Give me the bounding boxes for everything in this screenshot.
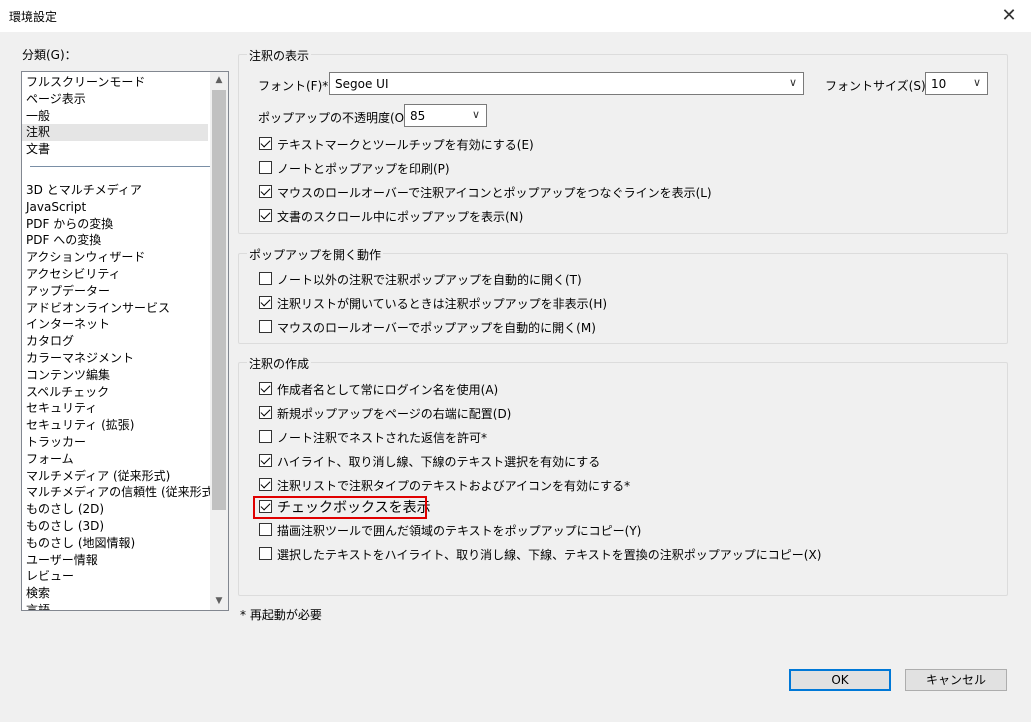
category-item[interactable]: 一般 xyxy=(22,108,208,125)
create-checkbox-label-2[interactable]: ノート注釈でネストされた返信を許可* xyxy=(277,429,487,446)
popup-checkbox-label-2[interactable]: マウスのロールオーバーでポップアップを自動的に開く(M) xyxy=(277,319,596,336)
highlight-box xyxy=(253,496,427,519)
display-checkbox-label-0[interactable]: テキストマークとツールチップを有効にする(E) xyxy=(277,136,534,153)
display-group-legend: 注釈の表示 xyxy=(247,47,312,64)
scroll-thumb[interactable] xyxy=(212,90,226,510)
create-checkbox-label-1[interactable]: 新規ポップアップをページの右端に配置(D) xyxy=(277,405,511,422)
popup-checkbox-label-0[interactable]: ノート以外の注釈で注釈ポップアップを自動的に開く(T) xyxy=(277,271,582,288)
scroll-up-icon[interactable]: ▲ xyxy=(210,72,228,89)
create-checkbox-2[interactable] xyxy=(259,430,272,443)
create-checkbox-7[interactable] xyxy=(259,547,272,560)
category-item[interactable]: JavaScript xyxy=(22,199,208,216)
category-item[interactable]: マルチメディアの信頼性 (従来形式) xyxy=(22,484,218,501)
opacity-label: ポップアップの不透明度(O)： xyxy=(258,111,421,125)
category-item[interactable]: スペルチェック xyxy=(22,384,208,401)
category-item[interactable]: セキュリティ xyxy=(22,400,208,417)
category-item[interactable]: フルスクリーンモード xyxy=(22,74,208,91)
category-item[interactable]: マルチメディア (従来形式) xyxy=(22,468,208,485)
ok-button[interactable]: OK xyxy=(789,669,891,691)
create-checkbox-4[interactable] xyxy=(259,478,272,491)
popup-checkbox-2[interactable] xyxy=(259,320,272,333)
opacity-select[interactable]: 85 ∨ xyxy=(404,104,487,127)
popup-checkbox-1[interactable] xyxy=(259,296,272,309)
font-select-value: Segoe UI xyxy=(335,77,389,91)
category-item[interactable]: カタログ xyxy=(22,333,208,350)
create-checkbox-label-3[interactable]: ハイライト、取り消し線、下線のテキスト選択を有効にする xyxy=(277,453,600,470)
scroll-down-icon[interactable]: ▼ xyxy=(210,593,228,610)
create-checkbox-0[interactable] xyxy=(259,382,272,395)
chevron-down-icon: ∨ xyxy=(788,76,797,89)
font-label: フォント(F)*： xyxy=(258,79,341,93)
category-item[interactable]: アップデーター xyxy=(22,283,208,300)
chevron-down-icon: ∨ xyxy=(471,108,480,121)
category-item[interactable]: PDF からの変換 xyxy=(22,216,208,233)
category-item[interactable]: レビュー xyxy=(22,568,208,585)
category-item[interactable]: 検索 xyxy=(22,585,208,602)
category-label: 分類(G)： xyxy=(22,48,77,62)
category-item[interactable]: ページ表示 xyxy=(22,91,208,108)
create-checkbox-label-7[interactable]: 選択したテキストをハイライト、取り消し線、下線、テキストを置換の注釈ポップアップ… xyxy=(277,546,821,563)
display-checkbox-0[interactable] xyxy=(259,137,272,150)
category-item[interactable]: 文書 xyxy=(22,141,208,158)
display-checkbox-label-3[interactable]: 文書のスクロール中にポップアップを表示(N) xyxy=(277,208,523,225)
opacity-select-value: 85 xyxy=(410,109,426,123)
display-checkbox-1[interactable] xyxy=(259,161,272,174)
create-checkbox-6[interactable] xyxy=(259,523,272,536)
popup-checkbox-0[interactable] xyxy=(259,272,272,285)
category-item[interactable]: 注釈 xyxy=(22,124,208,142)
category-item[interactable]: インターネット xyxy=(22,316,208,333)
category-item[interactable]: 3D とマルチメディア xyxy=(22,182,208,199)
fontsize-select-value: 10 xyxy=(931,77,947,91)
display-checkbox-2[interactable] xyxy=(259,185,272,198)
restart-footnote: * 再起動が必要 xyxy=(240,608,322,622)
window-title: 環境設定 xyxy=(9,10,58,24)
create-checkbox-label-0[interactable]: 作成者名として常にログイン名を使用(A) xyxy=(277,381,498,398)
category-item[interactable]: フォーム xyxy=(22,451,208,468)
create-checkbox-label-6[interactable]: 描画注釈ツールで囲んだ領域のテキストをポップアップにコピー(Y) xyxy=(277,522,641,539)
category-item[interactable]: ものさし (3D) xyxy=(22,518,208,535)
category-scrollbar[interactable]: ▲ ▼ xyxy=(210,72,228,610)
display-checkbox-3[interactable] xyxy=(259,209,272,222)
display-checkbox-label-1[interactable]: ノートとポップアップを印刷(P) xyxy=(277,160,450,177)
font-select[interactable]: Segoe UI ∨ xyxy=(329,72,804,95)
category-item[interactable]: アドビオンラインサービス xyxy=(22,300,208,317)
fontsize-select[interactable]: 10 ∨ xyxy=(925,72,988,95)
category-item[interactable]: アクションウィザード xyxy=(22,249,208,266)
title-bar: 環境設定 ✕ xyxy=(0,0,1031,32)
create-checkbox-3[interactable] xyxy=(259,454,272,467)
close-icon[interactable]: ✕ xyxy=(997,4,1021,28)
popup-checkbox-label-1[interactable]: 注釈リストが開いているときは注釈ポップアップを非表示(H) xyxy=(277,295,607,312)
category-item[interactable]: PDF への変換 xyxy=(22,232,208,249)
category-item[interactable]: アクセシビリティ xyxy=(22,266,208,283)
category-item[interactable]: カラーマネジメント xyxy=(22,350,208,367)
category-item[interactable]: セキュリティ (拡張) xyxy=(22,417,208,434)
category-item[interactable]: ものさし (2D) xyxy=(22,501,208,518)
create-checkbox-label-4[interactable]: 注釈リストで注釈タイプのテキストおよびアイコンを有効にする* xyxy=(277,477,630,494)
category-list[interactable]: フルスクリーンモード ページ表示 一般 注釈 文書 3D とマルチメディア JavaScri… xyxy=(21,71,229,611)
category-item[interactable]: 言語 xyxy=(22,602,208,610)
category-item[interactable]: ものさし (地図情報) xyxy=(22,535,208,552)
category-separator xyxy=(22,166,208,182)
category-item[interactable]: コンテンツ編集 xyxy=(22,367,208,384)
display-checkbox-label-2[interactable]: マウスのロールオーバーで注釈アイコンとポップアップをつなぐラインを表示(L) xyxy=(277,184,712,201)
create-group-legend: 注釈の作成 xyxy=(247,355,312,372)
popup-group-legend: ポップアップを開く動作 xyxy=(247,246,384,263)
category-item[interactable]: ユーザー情報 xyxy=(22,552,208,569)
cancel-button[interactable]: キャンセル xyxy=(905,669,1007,691)
create-checkbox-1[interactable] xyxy=(259,406,272,419)
category-item[interactable]: トラッカー xyxy=(22,434,208,451)
chevron-down-icon: ∨ xyxy=(972,76,981,89)
